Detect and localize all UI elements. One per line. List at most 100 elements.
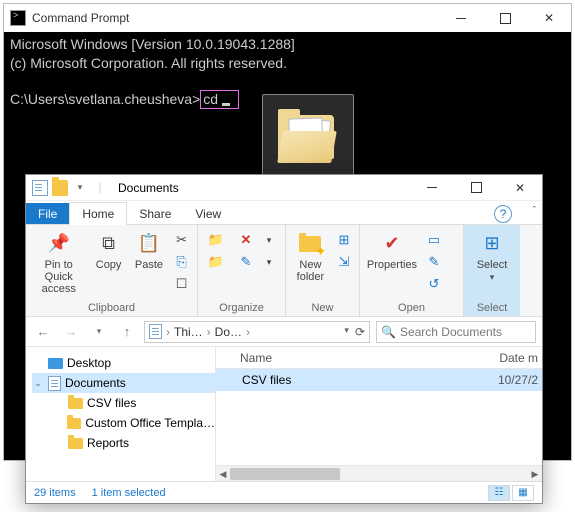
qa-dropdown-icon[interactable]: ▾: [72, 180, 88, 196]
history-icon[interactable]: ↺: [422, 275, 446, 293]
list-header[interactable]: Name Date m: [216, 347, 542, 369]
list-item[interactable]: CSV files 10/27/2: [216, 369, 542, 391]
collapse-ribbon-icon[interactable]: ˆ: [532, 205, 536, 217]
dropdown-icon[interactable]: ▾: [262, 253, 276, 271]
item-count: 29 items: [34, 487, 76, 499]
refresh-icon[interactable]: ⟳: [355, 325, 365, 339]
folder-icon: [68, 438, 83, 449]
text-cursor: [222, 103, 230, 106]
details-view-button[interactable]: ☷: [488, 485, 510, 501]
pin-to-quick-access-button[interactable]: 📌 Pin to Quick access: [30, 229, 87, 297]
clipboard-extras: ✂ ⎘ ☐: [170, 229, 193, 293]
breadcrumb-item[interactable]: Do…: [215, 325, 242, 339]
navigation-pane[interactable]: Desktop ⌄ Documents CSV files Custom Off…: [26, 347, 216, 481]
forward-button[interactable]: →: [60, 321, 82, 343]
paste-icon: 📋: [135, 231, 163, 257]
dropdown-icon[interactable]: ▾: [262, 231, 276, 249]
organize-group-label: Organize: [202, 300, 281, 314]
documents-icon: [48, 376, 61, 391]
rename-icon[interactable]: ✎: [232, 253, 260, 271]
search-input[interactable]: 🔍 Search Documents: [376, 321, 536, 343]
share-tab[interactable]: Share: [127, 203, 183, 224]
horizontal-scrollbar[interactable]: ◀ ▶: [216, 465, 542, 481]
home-tab[interactable]: Home: [69, 202, 127, 225]
copy-path-icon[interactable]: ⎘: [170, 253, 193, 271]
explorer-close-button[interactable]: [498, 175, 542, 201]
select-button[interactable]: ⊞ Select ▾: [468, 229, 516, 285]
view-tab[interactable]: View: [183, 203, 233, 224]
paste-button[interactable]: 📋 Paste: [130, 229, 168, 273]
close-button[interactable]: [527, 4, 571, 32]
copy-button[interactable]: ⧉ Copy: [89, 229, 127, 273]
chevron-down-icon: ▾: [490, 273, 495, 283]
tree-item-csv[interactable]: CSV files: [32, 393, 215, 413]
tree-item-documents[interactable]: ⌄ Documents: [32, 373, 215, 393]
properties-button[interactable]: ✔ Properties: [364, 229, 420, 273]
file-tab[interactable]: File: [26, 203, 69, 224]
tree-item-desktop[interactable]: Desktop: [32, 353, 215, 373]
easy-access-icon[interactable]: ⇲: [333, 253, 355, 271]
file-name: CSV files: [242, 373, 482, 387]
search-placeholder: Search Documents: [400, 325, 502, 339]
new-folder-button[interactable]: ✦ New folder: [290, 229, 331, 285]
paste-shortcut-icon[interactable]: ☐: [170, 275, 193, 293]
new-item-icon[interactable]: ⊞: [333, 231, 355, 249]
folder-icon: a,: [277, 111, 339, 163]
recent-locations-button[interactable]: ▾: [88, 321, 110, 343]
explorer-minimize-button[interactable]: [410, 175, 454, 201]
delete-icon[interactable]: ✕: [232, 231, 260, 249]
breadcrumb-sep[interactable]: ›: [207, 325, 211, 339]
new-folder-label: New folder: [297, 259, 325, 283]
help-button[interactable]: ?: [494, 205, 512, 223]
back-button[interactable]: ←: [32, 321, 54, 343]
breadcrumb-item[interactable]: Thi…: [174, 325, 203, 339]
expand-icon[interactable]: ⌄: [32, 378, 44, 389]
select-group: ⊞ Select ▾ Select: [464, 225, 520, 316]
clipboard-group-label: Clipboard: [30, 300, 193, 314]
scroll-right-icon[interactable]: ▶: [528, 466, 542, 482]
icons-view-button[interactable]: ▦: [512, 485, 534, 501]
edit-icon[interactable]: ✎: [422, 253, 446, 271]
desktop-icon: [48, 358, 63, 369]
scrollbar-thumb[interactable]: [230, 468, 340, 480]
folder-icon: [67, 418, 81, 429]
breadcrumb-sep[interactable]: ›: [246, 325, 250, 339]
breadcrumb-sep[interactable]: ›: [166, 325, 170, 339]
tree-item-templates[interactable]: Custom Office Templa…: [32, 413, 215, 433]
address-bar-row: ← → ▾ ↑ › Thi… › Do… › ▾ ⟳ 🔍 Search Docu…: [26, 317, 542, 347]
file-date: 10/27/2: [482, 373, 542, 387]
explorer-title: Documents: [118, 181, 410, 195]
copy-to-icon[interactable]: 📁: [202, 253, 230, 271]
scroll-left-icon[interactable]: ◀: [216, 466, 230, 482]
qa-divider: |: [92, 180, 108, 196]
folder-icon: [68, 398, 83, 409]
move-to-icon[interactable]: 📁: [202, 231, 230, 249]
explorer-maximize-button[interactable]: [454, 175, 498, 201]
column-date[interactable]: Date m: [482, 351, 542, 365]
doc-qa-icon[interactable]: [32, 180, 48, 196]
clipboard-group: 📌 Pin to Quick access ⧉ Copy 📋 Paste ✂ ⎘…: [26, 225, 198, 316]
status-bar: 29 items 1 item selected ☷ ▦: [26, 481, 542, 503]
search-icon: 🔍: [381, 325, 396, 339]
tree-item-reports[interactable]: Reports: [32, 433, 215, 453]
folder-qa-icon[interactable]: [52, 180, 68, 196]
copy-label: Copy: [96, 259, 122, 271]
open-icon[interactable]: ▭: [422, 231, 446, 249]
delete-rename-col: ✕ ✎: [232, 229, 260, 271]
select-label: Select: [477, 259, 508, 271]
minimize-button[interactable]: [439, 4, 483, 32]
copy-icon: ⧉: [95, 231, 123, 257]
up-button[interactable]: ↑: [116, 321, 138, 343]
paste-label: Paste: [135, 259, 163, 271]
cut-icon[interactable]: ✂: [170, 231, 193, 249]
selected-count: 1 item selected: [92, 487, 166, 499]
explorer-titlebar[interactable]: ▾ | Documents: [26, 175, 542, 201]
maximize-button[interactable]: [483, 4, 527, 32]
address-dropdown-icon[interactable]: ▾: [344, 325, 349, 339]
cmd-line: (c) Microsoft Corporation. All rights re…: [10, 55, 287, 71]
address-icon: [149, 324, 162, 339]
column-name[interactable]: Name: [216, 351, 482, 365]
command-prompt-titlebar[interactable]: Command Prompt: [4, 4, 571, 32]
address-bar[interactable]: › Thi… › Do… › ▾ ⟳: [144, 321, 370, 343]
open-extras: ▭ ✎ ↺: [422, 229, 446, 293]
